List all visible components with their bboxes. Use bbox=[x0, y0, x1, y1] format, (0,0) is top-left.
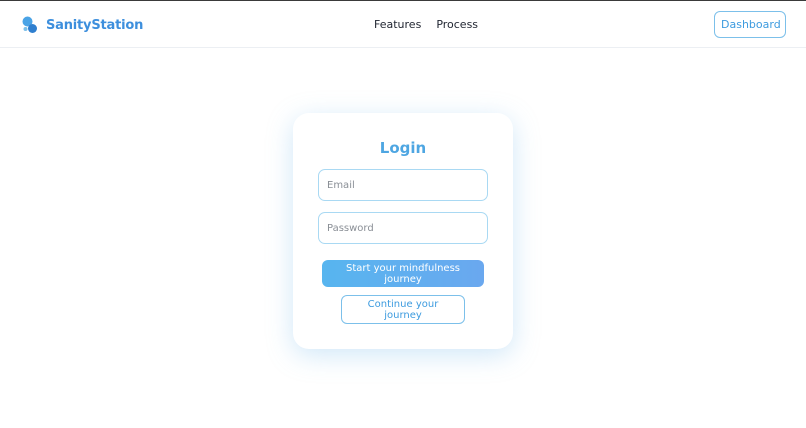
continue-journey-button[interactable]: Continue your journey bbox=[341, 295, 465, 324]
dashboard-button[interactable]: Dashboard bbox=[714, 11, 786, 38]
brand-link[interactable]: SanityStation bbox=[22, 15, 143, 35]
login-card: Login Start your mindfulness journey Con… bbox=[293, 113, 513, 349]
top-navbar: SanityStation Features Process Dashboard bbox=[0, 0, 806, 48]
bubbles-icon bbox=[22, 16, 37, 33]
nav-link-process[interactable]: Process bbox=[436, 18, 478, 31]
start-journey-button[interactable]: Start your mindfulness journey bbox=[322, 260, 484, 287]
nav-link-features[interactable]: Features bbox=[374, 18, 421, 31]
password-field[interactable] bbox=[318, 212, 488, 244]
main-nav: Features Process bbox=[374, 18, 478, 31]
login-title: Login bbox=[379, 139, 427, 157]
email-field[interactable] bbox=[318, 169, 488, 201]
brand-name: SanityStation bbox=[46, 17, 144, 33]
